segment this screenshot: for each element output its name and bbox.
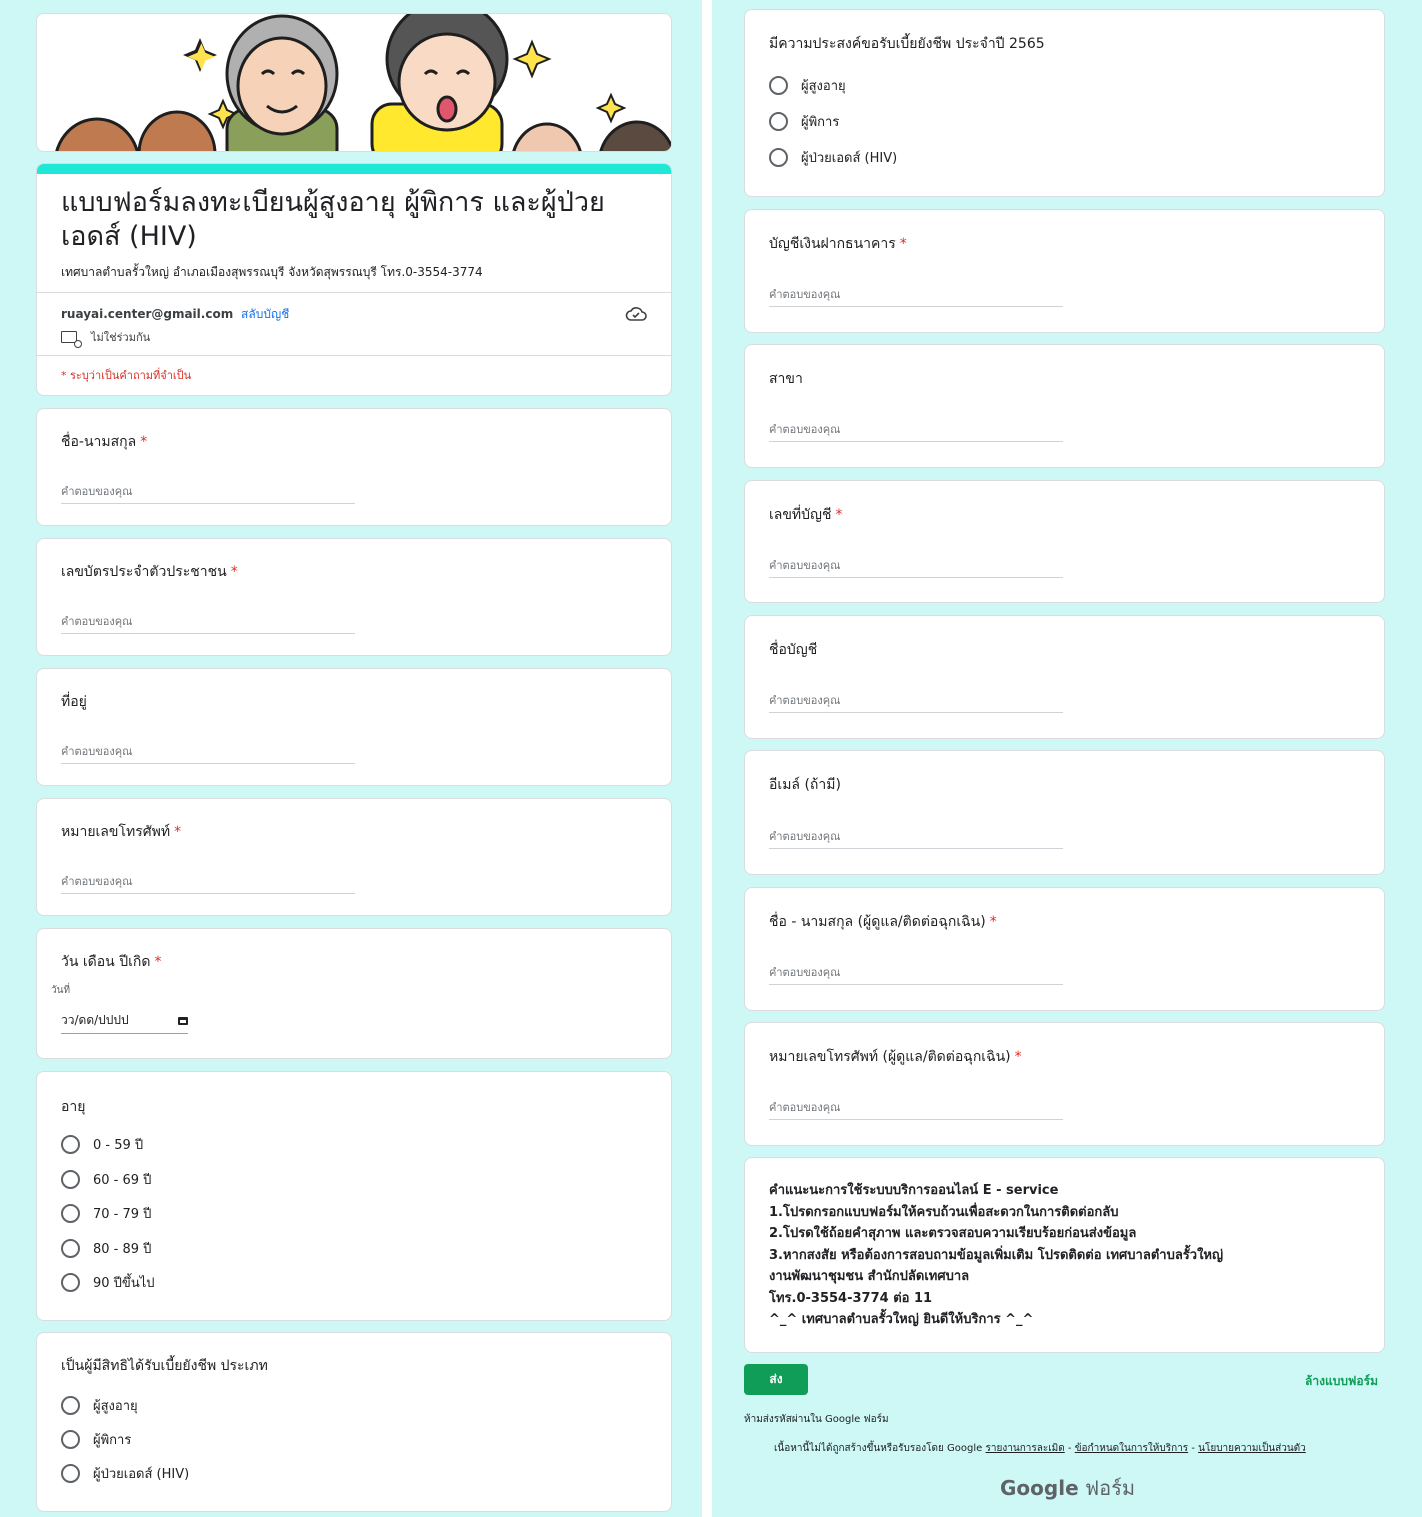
answer-input[interactable]: คำตอบของคุณ: [61, 742, 355, 764]
radio-option[interactable]: 70 - 79 ปี: [61, 1203, 151, 1224]
radio-circle-icon: [61, 1135, 80, 1154]
radio-option[interactable]: ผู้สูงอายุ: [61, 1395, 138, 1416]
question-label: เป็นผู้มีสิทธิได้รับเบี้ยยังชีพ ประเภท: [61, 1358, 268, 1374]
radio-option[interactable]: ผู้สูงอายุ: [769, 75, 846, 96]
radio-circle-icon: [61, 1396, 80, 1415]
question-label: สาขา: [769, 371, 803, 387]
radio-option[interactable]: 90 ปีขึ้นไป: [61, 1272, 155, 1293]
radio-option[interactable]: 80 - 89 ปี: [61, 1238, 151, 1259]
divider: [37, 292, 671, 293]
header-image: [36, 13, 672, 152]
question-label: หมายเลขโทรศัพท์ (ผู้ดูแล/ติดต่อฉุกเฉิน): [769, 1049, 1011, 1065]
answer-input[interactable]: คำตอบของคุณ: [769, 285, 1063, 307]
question-label: ที่อยู่: [61, 694, 87, 710]
password-warning: ห้ามส่งรหัสผ่านใน Google ฟอร์ม: [744, 1414, 889, 1425]
account-row: ruayai.center@gmail.com สลับบัญชี: [61, 305, 289, 324]
form-header-card: แบบฟอร์มลงทะเบียนผู้สูงอายุ ผู้พิการ และ…: [36, 163, 672, 396]
date-placeholder: วว/ดด/ปปปป: [61, 1013, 129, 1027]
question-account-name: ชื่อบัญชี คำตอบของคุณ: [744, 615, 1385, 739]
question-branch: สาขา คำตอบของคุณ: [744, 344, 1385, 468]
answer-input[interactable]: คำตอบของคุณ: [769, 1098, 1063, 1120]
question-label: ชื่อ-นามสกุล: [61, 434, 137, 450]
question-address: ที่อยู่ คำตอบของคุณ: [36, 668, 672, 786]
terms-link[interactable]: ข้อกำหนดในการให้บริการ: [1075, 1443, 1188, 1454]
question-label: เลขที่บัญชี: [769, 507, 832, 523]
answer-input[interactable]: คำตอบของคุณ: [61, 612, 355, 634]
report-abuse-link[interactable]: รายงานการละเมิด: [986, 1443, 1065, 1454]
question-label: บัญชีเงินฝากธนาคาร: [769, 236, 896, 252]
accent-bar: [37, 164, 671, 174]
form-title: แบบฟอร์มลงทะเบียนผู้สูงอายุ ผู้พิการ และ…: [61, 187, 605, 252]
question-label: ชื่อบัญชี: [769, 642, 818, 658]
google-forms-logo[interactable]: Google ฟอร์ม: [1000, 1472, 1135, 1504]
form-column-left: แบบฟอร์มลงทะเบียนผู้สูงอายุ ผู้พิการ และ…: [0, 0, 702, 1517]
radio-circle-icon: [61, 1239, 80, 1258]
radio-option[interactable]: ผู้พิการ: [61, 1429, 131, 1450]
question-label: เลขบัตรประจำตัวประชาชน: [61, 564, 227, 580]
radio-circle-icon: [61, 1170, 80, 1189]
answer-input[interactable]: คำตอบของคุณ: [769, 827, 1063, 849]
instructions-card: คำแนะนะการใช้ระบบบริการออนไลน์ E - servi…: [744, 1157, 1385, 1353]
question-account-number: เลขที่บัญชี * คำตอบของคุณ: [744, 480, 1385, 603]
instructions-text: คำแนะนะการใช้ระบบบริการออนไลน์ E - servi…: [769, 1183, 1224, 1327]
radio-circle-icon: [61, 1204, 80, 1223]
question-label: มีความประสงค์ขอรับเบี้ยยังชีพ ประจำปี 25…: [769, 36, 1045, 52]
radio-circle-icon: [769, 112, 788, 131]
question-name: ชื่อ-นามสกุล * คำตอบของคุณ: [36, 408, 672, 526]
account-email: ruayai.center@gmail.com: [61, 307, 234, 321]
radio-option[interactable]: ผู้พิการ: [769, 111, 839, 132]
question-email: อีเมล์ (ถ้ามี) คำตอบของคุณ: [744, 750, 1385, 875]
form-column-right: มีความประสงค์ขอรับเบี้ยยังชีพ ประจำปี 25…: [712, 0, 1422, 1517]
radio-circle-icon: [769, 76, 788, 95]
date-unit-label: วันที่: [51, 985, 71, 996]
answer-input[interactable]: คำตอบของคุณ: [769, 691, 1063, 713]
radio-option[interactable]: ผู้ป่วยเอดส์ (HIV): [769, 147, 897, 168]
date-input[interactable]: วว/ดด/ปปปป: [61, 1011, 188, 1034]
question-age: อายุ 0 - 59 ปี 60 - 69 ปี 70 - 79 ปี 80 …: [36, 1071, 672, 1321]
question-entitled-type: เป็นผู้มีสิทธิได้รับเบี้ยยังชีพ ประเภท ผ…: [36, 1332, 672, 1512]
switch-account-link[interactable]: สลับบัญชี: [241, 307, 289, 321]
radio-option[interactable]: 0 - 59 ปี: [61, 1134, 143, 1155]
answer-input[interactable]: คำตอบของคุณ: [61, 872, 355, 894]
question-caregiver-phone: หมายเลขโทรศัพท์ (ผู้ดูแล/ติดต่อฉุกเฉิน) *…: [744, 1022, 1385, 1146]
question-caregiver-name: ชื่อ - นามสกุล (ผู้ดูแล/ติดต่อฉุกเฉิน) * …: [744, 887, 1385, 1011]
required-note: * ระบุว่าเป็นคำถามที่จำเป็น: [61, 369, 192, 382]
answer-input[interactable]: คำตอบของคุณ: [769, 420, 1063, 442]
radio-circle-icon: [61, 1464, 80, 1483]
privacy-link[interactable]: นโยบายความเป็นส่วนตัว: [1198, 1443, 1306, 1454]
question-label: ชื่อ - นามสกุล (ผู้ดูแล/ติดต่อฉุกเฉิน): [769, 914, 986, 930]
answer-input[interactable]: คำตอบของคุณ: [61, 482, 355, 504]
radio-circle-icon: [769, 148, 788, 167]
mail-off-icon: [61, 331, 82, 348]
question-label: วัน เดือน ปีเกิด: [61, 954, 151, 970]
radio-circle-icon: [61, 1273, 80, 1292]
footer-disclaimer: เนื้อหานี้ไม่ได้ถูกสร้างขึ้นหรือรับรองโด…: [774, 1443, 1306, 1454]
clear-form-button[interactable]: ล้างแบบฟอร์ม: [1305, 1372, 1378, 1391]
submit-button[interactable]: ส่ง: [744, 1364, 808, 1395]
question-id-card: เลขบัตรประจำตัวประชาชน * คำตอบของคุณ: [36, 538, 672, 656]
calendar-icon[interactable]: [178, 1016, 188, 1025]
radio-option[interactable]: 60 - 69 ปี: [61, 1169, 151, 1190]
answer-input[interactable]: คำตอบของคุณ: [769, 963, 1063, 985]
question-phone: หมายเลขโทรศัพท์ * คำตอบของคุณ: [36, 798, 672, 916]
cloud-saved-icon: [625, 306, 647, 326]
radio-option[interactable]: ผู้ป่วยเอดส์ (HIV): [61, 1463, 189, 1484]
question-birth-date: วัน เดือน ปีเกิด * วันที่ วว/ดด/ปปปป: [36, 928, 672, 1059]
divider: [37, 355, 671, 356]
question-label: อีเมล์ (ถ้ามี): [769, 777, 841, 793]
not-shared-row: ไม่ใช่ร่วมกัน: [61, 328, 150, 348]
answer-input[interactable]: คำตอบของคุณ: [769, 556, 1063, 578]
elderly-cartoon-illustration: [37, 14, 671, 151]
question-bank: บัญชีเงินฝากธนาคาร * คำตอบของคุณ: [744, 209, 1385, 333]
question-wish-type: มีความประสงค์ขอรับเบี้ยยังชีพ ประจำปี 25…: [744, 9, 1385, 197]
question-label: หมายเลขโทรศัพท์: [61, 824, 171, 840]
question-label: อายุ: [61, 1099, 86, 1115]
form-description: เทศบาลตำบลรั้วใหญ่ อำเภอเมืองสุพรรณบุรี …: [61, 265, 483, 279]
radio-circle-icon: [61, 1430, 80, 1449]
